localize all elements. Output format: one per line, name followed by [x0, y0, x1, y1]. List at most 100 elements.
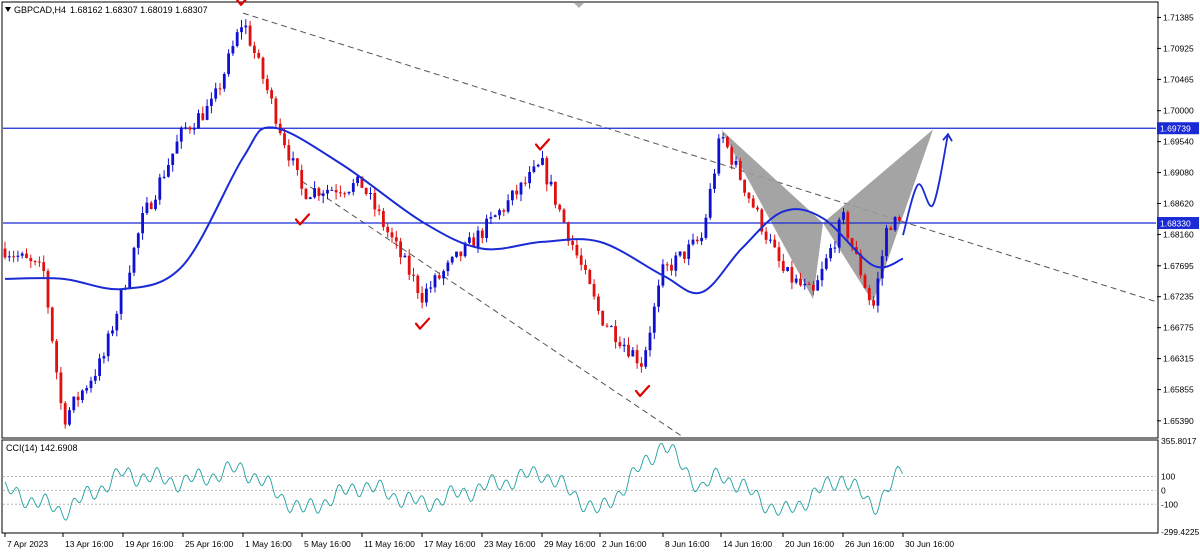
- candle-body: [214, 88, 218, 99]
- price-axis-label: 1.66315: [1163, 354, 1194, 364]
- candle-body: [437, 275, 441, 279]
- candle-body: [425, 288, 428, 303]
- candle-body: [33, 261, 37, 263]
- candle-body: [867, 288, 871, 301]
- candle-body: [824, 258, 828, 269]
- forex-chart-window[interactable]: 1.69739 1.68330 1.71385 1.70925 1.70465 1.700…: [0, 0, 1200, 555]
- candle-body: [665, 264, 669, 266]
- candle-body: [489, 216, 493, 219]
- candle-body: [106, 333, 110, 357]
- candle-body: [93, 375, 97, 381]
- candle-body: [343, 193, 347, 195]
- candle-body: [532, 166, 536, 172]
- candle-body: [192, 128, 196, 130]
- candle-body: [592, 283, 596, 297]
- candle-body: [506, 200, 510, 212]
- candle-body: [102, 356, 106, 359]
- candle-body: [347, 191, 351, 194]
- price-axis-label: 1.69540: [1163, 137, 1194, 147]
- candle-body: [253, 45, 256, 54]
- candle-body: [523, 182, 527, 184]
- price-axis-label: 1.67695: [1163, 261, 1194, 271]
- candle-body: [119, 289, 123, 314]
- candle-body: [145, 202, 149, 214]
- cci-axis-label: 355.8017: [1161, 436, 1197, 446]
- time-axis-label: 17 May 16:00: [424, 539, 476, 549]
- candle-body: [399, 241, 402, 258]
- candle-body: [141, 213, 144, 234]
- candle-body: [227, 53, 230, 75]
- candle-body: [708, 188, 712, 218]
- candle-body: [833, 247, 837, 249]
- candle-body: [519, 182, 523, 195]
- time-axis-label: 20 Jun 16:00: [785, 539, 834, 549]
- candle-body: [136, 233, 140, 248]
- candle-body: [721, 137, 725, 139]
- time-axis-label: 11 May 16:00: [364, 539, 415, 549]
- time-axis-label: 26 Jun 16:00: [845, 539, 894, 549]
- candle-body: [16, 255, 20, 257]
- candle-body: [167, 164, 170, 177]
- candle-body: [773, 239, 777, 248]
- candle-body: [846, 212, 850, 239]
- candle-body: [373, 192, 377, 210]
- time-axis-label: 13 Apr 16:00: [65, 539, 113, 549]
- cci-axis-label: -100: [1161, 499, 1178, 509]
- candle-body: [511, 190, 514, 201]
- forex-chart[interactable]: 1.69739 1.68330 1.71385 1.70925 1.70465 1.700…: [0, 0, 1200, 555]
- candle-body: [291, 158, 295, 161]
- candle-body: [184, 127, 187, 129]
- candle-body: [369, 192, 372, 194]
- candle-body: [171, 153, 175, 165]
- candle-body: [274, 98, 278, 124]
- level-price-label: 1.69739: [1160, 124, 1191, 134]
- candle-body: [829, 248, 832, 259]
- candle-body: [622, 344, 626, 347]
- candle-body: [42, 262, 46, 272]
- candle-body: [691, 239, 695, 245]
- candle-body: [558, 204, 562, 210]
- candle-body: [640, 363, 643, 367]
- candle-body: [889, 227, 893, 231]
- candle-body: [85, 388, 89, 391]
- price-axis-label: 1.65390: [1163, 416, 1194, 426]
- candle-body: [72, 396, 76, 411]
- candle-body: [545, 157, 549, 185]
- candle-body: [450, 256, 454, 263]
- candle-body: [455, 251, 458, 257]
- candle-body: [743, 179, 746, 193]
- price-axis-label: 1.68620: [1163, 199, 1194, 209]
- candle-body: [317, 188, 321, 196]
- candle-body: [89, 380, 93, 389]
- candle-body: [20, 253, 24, 256]
- candle-body: [390, 232, 394, 238]
- cci-panel[interactable]: [1, 439, 1159, 534]
- candle-body: [885, 227, 888, 257]
- candle-body: [704, 217, 708, 238]
- candle-body: [132, 247, 136, 273]
- candle-body: [403, 255, 407, 258]
- candle-body: [162, 176, 166, 178]
- candle-body: [700, 237, 703, 242]
- candle-body: [717, 138, 721, 174]
- candle-body: [597, 296, 600, 311]
- candle-body: [738, 161, 742, 180]
- candle-body: [695, 239, 699, 242]
- level-price-label: 1.68330: [1160, 219, 1191, 229]
- time-axis-label: 14 Jun 16:00: [723, 539, 772, 549]
- candle-body: [627, 344, 630, 357]
- candle-body: [334, 189, 338, 193]
- price-panel[interactable]: [1, 1, 1159, 439]
- candle-body: [820, 268, 824, 281]
- candle-body: [416, 275, 420, 294]
- candle-body: [498, 210, 501, 216]
- price-axis-label: 1.65855: [1163, 385, 1194, 395]
- candle-body: [442, 271, 445, 279]
- time-axis-label: 30 Jun 16:00: [905, 539, 954, 549]
- candle-body: [38, 261, 41, 263]
- candle-body: [29, 258, 33, 262]
- candle-body: [394, 237, 398, 242]
- candle-body: [296, 158, 299, 170]
- cci-label: CCI(14) 142.6908: [6, 443, 78, 453]
- candle-body: [326, 189, 329, 194]
